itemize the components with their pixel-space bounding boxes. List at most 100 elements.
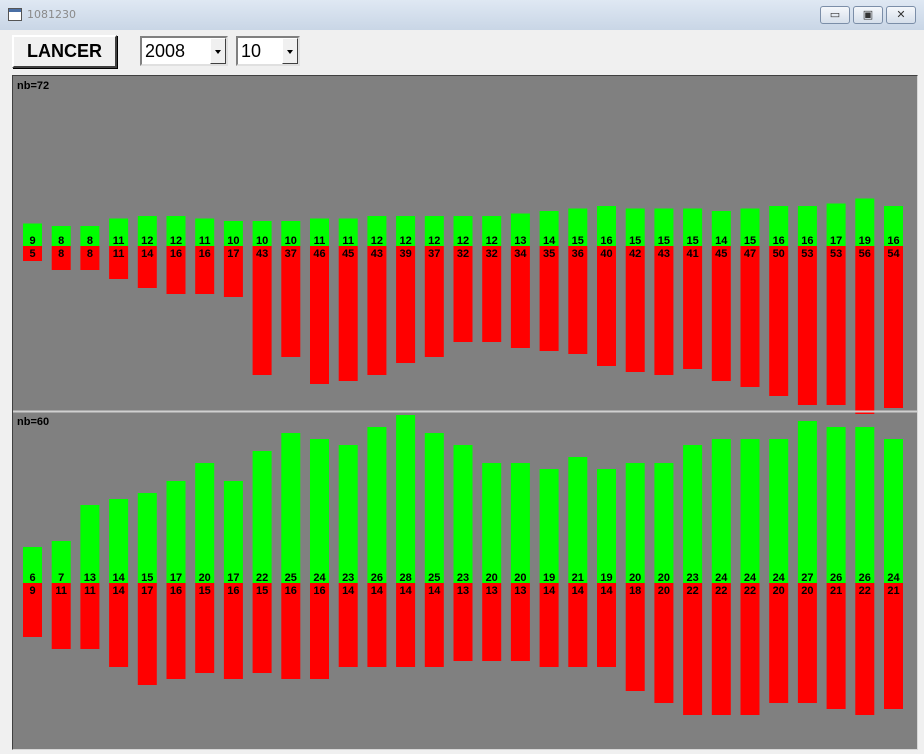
lower-bar-label: 14 <box>342 585 355 597</box>
lower-bar-label: 16 <box>170 248 182 260</box>
upper-bar <box>510 463 530 583</box>
chevron-down-icon[interactable] <box>210 38 226 64</box>
launch-button[interactable]: LANCER <box>12 35 117 68</box>
upper-bar-label: 19 <box>543 572 555 584</box>
upper-bar-label: 24 <box>715 572 728 584</box>
lower-bar <box>424 246 444 357</box>
title-bar: 1081230 ▭ ▣ ✕ <box>0 0 924 31</box>
lower-bar <box>597 246 616 366</box>
lower-bar <box>625 246 645 372</box>
upper-bar-label: 11 <box>342 235 354 247</box>
lower-bar <box>367 246 387 375</box>
upper-bar-label: 12 <box>399 235 411 247</box>
lower-bar <box>223 583 243 679</box>
upper-bar-label: 10 <box>256 235 268 247</box>
lower-bar <box>797 246 817 405</box>
lower-bar-label: 34 <box>514 248 527 260</box>
chart-canvas: nb=729 8 8 11 12 12 11 10 10 10 11 11 12 12 12 12 12 13 14… <box>13 76 917 749</box>
upper-bar-label: 10 <box>227 235 239 247</box>
lower-bar-label: 32 <box>486 248 498 260</box>
lower-bar-label: 14 <box>112 585 125 597</box>
maximize-button[interactable]: ▣ <box>853 6 883 24</box>
upper-bar <box>482 463 502 583</box>
chart-area: nb=72 9 8 8 11 12 12 11 10 10 10 11 11 12 12 12 12 12 13 14… <box>12 75 918 750</box>
upper-bar <box>338 445 358 583</box>
upper-bar <box>597 469 616 583</box>
lower-bar-label: 16 <box>313 585 325 597</box>
upper-bar-label: 25 <box>285 572 297 584</box>
chevron-down-icon[interactable] <box>282 38 298 64</box>
lower-bar <box>310 246 329 384</box>
lower-bar-label: 22 <box>715 585 727 597</box>
upper-bar <box>884 439 903 583</box>
upper-bar-label: 12 <box>486 235 498 247</box>
lower-bar-label: 43 <box>658 248 670 260</box>
upper-bar-label: 11 <box>314 235 326 247</box>
upper-bar <box>195 463 215 583</box>
lower-bar <box>826 583 846 709</box>
lower-bar-label: 11 <box>84 585 96 597</box>
close-button[interactable]: ✕ <box>886 6 916 24</box>
upper-bar-label: 12 <box>428 235 440 247</box>
lower-bar <box>711 246 731 381</box>
lower-bar-label: 14 <box>371 585 384 597</box>
minimize-button[interactable]: ▭ <box>820 6 850 24</box>
upper-bar-label: 24 <box>313 572 326 584</box>
lower-bar-label: 14 <box>141 248 154 260</box>
lower-bar <box>166 583 186 679</box>
lower-bar-label: 43 <box>371 248 383 260</box>
lower-bar-label: 13 <box>486 585 498 597</box>
upper-bar <box>683 445 703 583</box>
year-select[interactable]: 2008 <box>140 36 228 66</box>
upper-bar-label: 9 <box>29 235 35 247</box>
lower-bar-label: 42 <box>629 248 641 260</box>
lower-bar-label: 11 <box>55 585 67 597</box>
upper-bar <box>568 457 588 583</box>
lower-bar-label: 13 <box>457 585 469 597</box>
lower-bar-label: 13 <box>514 585 526 597</box>
lower-bar-label: 14 <box>543 585 556 597</box>
lower-bar-label: 21 <box>830 585 842 597</box>
upper-bar-label: 20 <box>629 572 641 584</box>
lower-bar-label: 8 <box>58 248 64 260</box>
upper-bar <box>740 439 760 583</box>
upper-bar-label: 24 <box>773 572 786 584</box>
lower-bar <box>654 246 674 375</box>
toolbar: LANCER 2008 10 <box>0 30 924 74</box>
upper-bar <box>396 415 416 583</box>
month-select[interactable]: 10 <box>236 36 300 66</box>
lower-bar <box>625 583 645 691</box>
lower-bar-label: 50 <box>773 248 785 260</box>
upper-bar-label: 20 <box>514 572 526 584</box>
lower-bar <box>740 583 760 715</box>
upper-bar-label: 22 <box>256 572 268 584</box>
lower-bar-label: 35 <box>543 248 555 260</box>
upper-bar-label: 27 <box>801 572 813 584</box>
lower-bar-label: 20 <box>658 585 670 597</box>
upper-bar-label: 17 <box>830 235 842 247</box>
upper-bar-label: 24 <box>887 572 900 584</box>
lower-bar-label: 15 <box>199 585 211 597</box>
lower-bar-label: 11 <box>113 248 125 260</box>
upper-bar <box>137 493 157 583</box>
lower-bar <box>539 246 559 351</box>
upper-bar <box>654 463 674 583</box>
upper-bar-label: 11 <box>113 235 125 247</box>
upper-bar <box>109 499 129 583</box>
lower-bar <box>884 246 903 408</box>
upper-bar-label: 26 <box>859 572 871 584</box>
upper-bar-label: 16 <box>773 235 785 247</box>
lower-bar <box>740 246 760 387</box>
upper-bar-label: 23 <box>686 572 698 584</box>
upper-bar-label: 11 <box>199 235 211 247</box>
upper-bar-label: 25 <box>428 572 440 584</box>
lower-bar-label: 39 <box>399 248 411 260</box>
upper-bar-label: 14 <box>112 572 125 584</box>
upper-bar-label: 20 <box>199 572 211 584</box>
lower-bar-label: 46 <box>313 248 325 260</box>
year-select-value: 2008 <box>145 41 186 61</box>
upper-bar-label: 15 <box>658 235 670 247</box>
lower-bar <box>826 246 846 405</box>
window-title: 1081230 <box>27 8 76 21</box>
lower-bar-label: 20 <box>801 585 813 597</box>
